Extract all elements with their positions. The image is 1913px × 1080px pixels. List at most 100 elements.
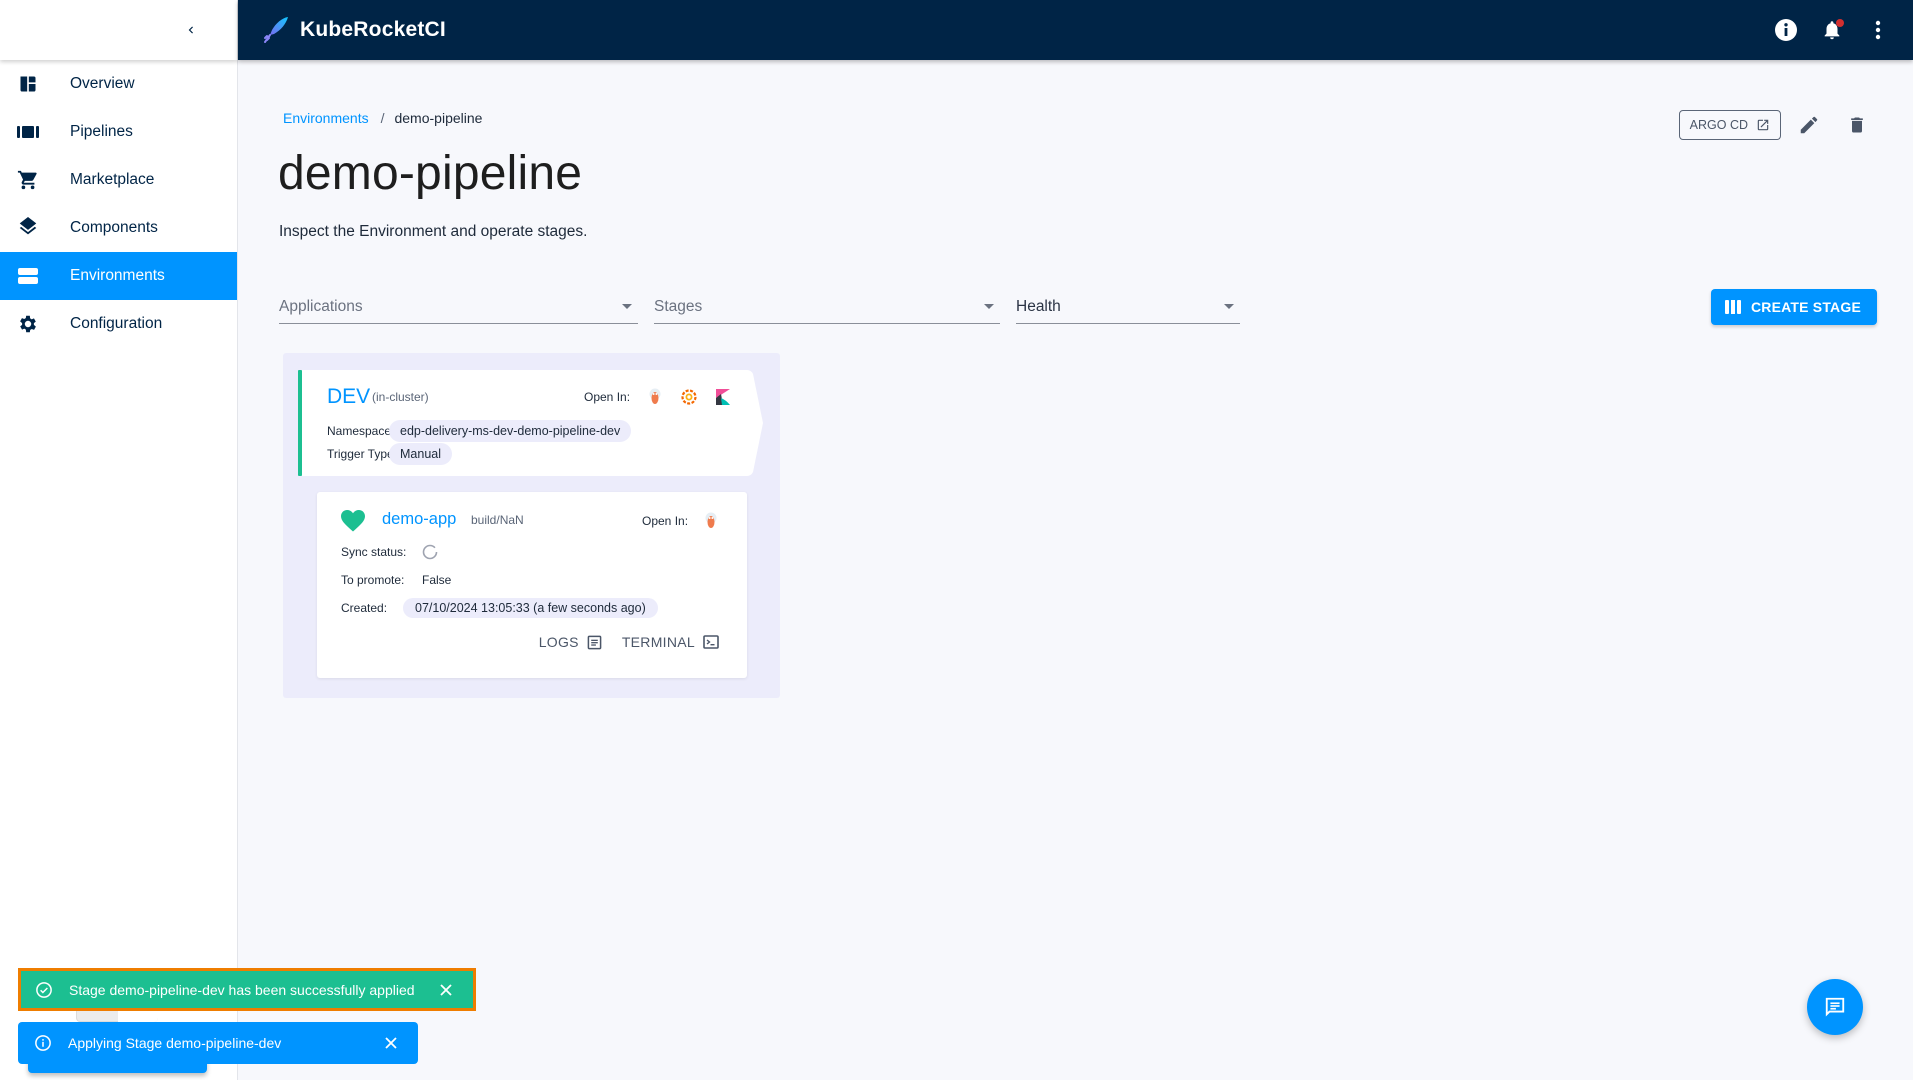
sync-pending-icon <box>422 544 438 560</box>
notifications-button[interactable] <box>1809 7 1855 53</box>
sidebar-item-overview[interactable]: Overview <box>0 60 237 108</box>
trigger-type-chip: Manual <box>389 443 452 465</box>
stage-cluster: (in-cluster) <box>372 390 429 404</box>
heart-icon <box>341 510 365 532</box>
info-outline-icon <box>34 1034 52 1052</box>
more-vert-icon <box>1875 20 1881 40</box>
pencil-icon <box>1800 116 1818 134</box>
sidebar-header <box>0 0 237 60</box>
dropdown-arrow-icon <box>622 304 632 309</box>
pipelines-icon <box>16 120 40 144</box>
sidebar-item-label: Environments <box>70 267 165 284</box>
terminal-label: TERMINAL <box>621 634 695 650</box>
application-actions: LOGS TERMINAL <box>519 634 719 650</box>
info-snackbar-message: Applying Stage demo-pipeline-dev <box>68 1035 282 1051</box>
info-snackbar: Applying Stage demo-pipeline-dev <box>18 1022 418 1064</box>
sidebar-nav: Overview Pipelines Marketplace Component… <box>0 60 237 348</box>
page-title: demo-pipeline <box>278 147 583 200</box>
logs-button[interactable]: LOGS <box>539 634 602 650</box>
view-column-icon <box>1725 300 1741 314</box>
breadcrumb-separator: / <box>380 110 385 126</box>
application-open-in: Open In: <box>642 512 720 530</box>
application-card: demo-app build/NaN Open In: Sync status:… <box>317 492 747 678</box>
filters-bar: Applications Stages Health <box>279 290 1256 324</box>
applications-filter-label: Applications <box>279 298 363 315</box>
logs-label: LOGS <box>538 634 579 650</box>
stage-column: DEV (in-cluster) Open In: Namespace: edp… <box>283 353 780 698</box>
header-actions: ARGO CD <box>1678 105 1877 145</box>
close-snackbar-button[interactable] <box>384 1036 398 1050</box>
brand[interactable]: KubeRocketCI <box>260 14 446 46</box>
to-promote-label: To promote: <box>341 573 405 587</box>
chat-fab-button[interactable] <box>1807 979 1863 1035</box>
sidebar-item-pipelines[interactable]: Pipelines <box>0 108 237 156</box>
trigger-type-label: Trigger Type: <box>327 447 398 461</box>
close-snackbar-button[interactable] <box>439 983 453 997</box>
trash-icon <box>1851 117 1863 133</box>
sidebar-item-label: Marketplace <box>70 171 155 188</box>
stage-name-link[interactable]: DEV <box>327 385 370 409</box>
collapse-sidebar-button[interactable] <box>177 16 205 44</box>
page-description: Inspect the Environment and operate stag… <box>279 223 588 240</box>
health-filter-select[interactable]: Health <box>1016 290 1240 324</box>
application-name-link[interactable]: demo-app <box>382 510 456 529</box>
created-label: Created: <box>341 601 388 615</box>
create-stage-label: CREATE STAGE <box>1751 299 1861 315</box>
stages-filter-select[interactable]: Stages <box>654 290 1000 324</box>
success-snackbar: Stage demo-pipeline-dev has been success… <box>18 968 476 1011</box>
namespace-label: Namespace: <box>327 424 395 438</box>
sidebar-item-label: Pipelines <box>70 123 133 140</box>
create-stage-button[interactable]: CREATE STAGE <box>1711 289 1877 325</box>
to-promote-value: False <box>422 573 452 587</box>
sidebar-item-environments[interactable]: Environments <box>0 252 237 300</box>
sync-status-label: Sync status: <box>341 545 407 559</box>
dropdown-arrow-icon <box>1224 304 1234 309</box>
environments-icon <box>16 264 40 288</box>
info-button[interactable] <box>1763 7 1809 53</box>
kibana-icon[interactable] <box>714 388 732 406</box>
argocd-link-button[interactable]: ARGO CD <box>1678 110 1781 140</box>
terminal-icon <box>703 635 719 649</box>
gear-icon <box>16 312 40 336</box>
dashboard-icon <box>16 72 40 96</box>
info-icon <box>1775 19 1797 41</box>
sidebar-item-components[interactable]: Components <box>0 204 237 252</box>
stage-card: DEV (in-cluster) Open In: Namespace: edp… <box>298 370 763 476</box>
sidebar-item-label: Components <box>70 219 158 236</box>
sidebar-item-label: Configuration <box>70 315 163 332</box>
check-circle-icon <box>35 981 53 999</box>
sidebar-item-marketplace[interactable]: Marketplace <box>0 156 237 204</box>
sidebar-item-configuration[interactable]: Configuration <box>0 300 237 348</box>
top-actions <box>1763 7 1901 53</box>
terminal-button[interactable]: TERMINAL <box>622 634 719 650</box>
open-in-label: Open In: <box>584 390 631 404</box>
namespace-chip: edp-delivery-ms-dev-demo-pipeline-dev <box>389 420 632 442</box>
grafana-icon[interactable] <box>680 388 698 406</box>
open-in-new-icon <box>1757 119 1769 131</box>
dropdown-arrow-icon <box>984 304 994 309</box>
more-menu-button[interactable] <box>1855 7 1901 53</box>
close-icon <box>440 983 452 996</box>
delete-button[interactable] <box>1837 105 1877 145</box>
open-in-label: Open In: <box>642 514 689 528</box>
chat-icon <box>1825 997 1845 1017</box>
application-version: build/NaN <box>471 513 524 527</box>
rocket-feather-icon <box>264 17 288 43</box>
stages-filter-label: Stages <box>654 298 703 315</box>
stage-card-content: DEV (in-cluster) Open In: Namespace: edp… <box>298 370 738 476</box>
edit-button[interactable] <box>1789 105 1829 145</box>
sidebar: Overview Pipelines Marketplace Component… <box>0 0 238 1080</box>
argocd-icon[interactable] <box>702 512 720 530</box>
success-snackbar-message: Stage demo-pipeline-dev has been success… <box>69 981 415 998</box>
applications-filter-select[interactable]: Applications <box>279 290 638 324</box>
brand-name: KubeRocketCI <box>300 18 446 41</box>
logs-icon <box>587 635 602 649</box>
sidebar-item-label: Overview <box>70 75 135 92</box>
main-content: Environments / demo-pipeline demo-pipeli… <box>238 60 1913 1080</box>
close-icon <box>385 1037 397 1049</box>
breadcrumb-current: demo-pipeline <box>394 110 483 126</box>
top-app-bar: KubeRocketCI <box>238 0 1913 60</box>
argocd-icon[interactable] <box>646 388 664 406</box>
breadcrumb-environments-link[interactable]: Environments <box>283 110 369 126</box>
notification-badge <box>1836 19 1844 27</box>
